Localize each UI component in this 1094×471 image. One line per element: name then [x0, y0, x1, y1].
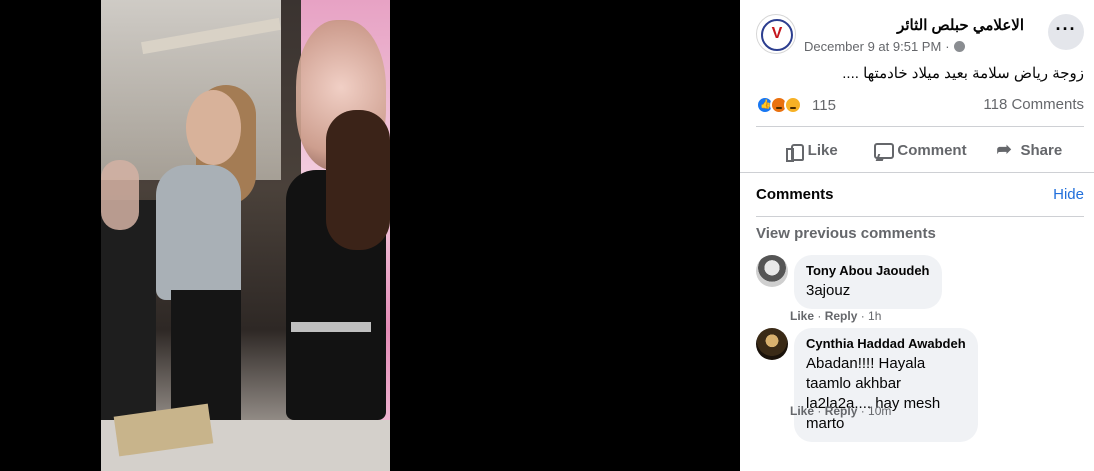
photo-hand	[101, 160, 139, 230]
post-header: V الاعلامي حبلص الثائر December 9 at 9:5…	[740, 0, 1094, 60]
like-button-label: Like	[807, 141, 838, 159]
view-previous-comments-link[interactable]: View previous comments	[756, 225, 936, 242]
comment-reply-link[interactable]: Reply	[825, 404, 858, 418]
comment-reply-link[interactable]: Reply	[825, 309, 858, 323]
comment-bubble: Cynthia Haddad Awabdeh Abadan!!!! Hayala…	[794, 328, 978, 442]
comment-like-link[interactable]: Like	[790, 404, 814, 418]
hide-comments-link[interactable]: Hide	[1053, 186, 1084, 203]
haha-reaction-icon	[784, 96, 802, 114]
comment-like-link[interactable]: Like	[790, 309, 814, 323]
reaction-count: 115	[812, 96, 836, 114]
post-timestamp[interactable]: December 9 at 9:51 PM	[804, 39, 941, 54]
comment-bubble: Tony Abou Jaoudeh 3ajouz	[794, 255, 942, 309]
globe-icon	[953, 41, 965, 52]
photo-woman-sweater	[156, 165, 241, 300]
comment-text: 3ajouz	[806, 282, 851, 299]
reaction-summary[interactable]: 115	[756, 94, 836, 116]
comment-button[interactable]: Comment	[865, 130, 974, 170]
comment-count[interactable]: 118 Comments	[983, 96, 1084, 113]
commenter-avatar[interactable]	[756, 255, 788, 287]
post-panel: V الاعلامي حبلص الثائر December 9 at 9:5…	[740, 0, 1094, 471]
post-photo[interactable]	[101, 0, 390, 471]
comment-text: Abadan!!!! Hayala taamlo akhbar la2la2a.…	[806, 355, 941, 432]
photo-woman2-hair	[326, 110, 390, 250]
comment-actions: Like · Reply · 1h	[790, 309, 882, 323]
share-button-label: Share	[1020, 141, 1063, 159]
action-bar: Like Comment Share	[756, 130, 1084, 170]
media-viewer[interactable]	[0, 0, 740, 471]
thumbs-up-icon	[784, 141, 804, 162]
post-meta: December 9 at 9:51 PM ·	[804, 39, 965, 54]
page-avatar[interactable]: V	[756, 14, 796, 54]
photo-left-shadow	[101, 200, 156, 430]
comment-author[interactable]: Tony Abou Jaoudeh	[806, 263, 930, 278]
divider	[756, 216, 1084, 217]
photo-belt	[291, 322, 371, 332]
photo-woman-head	[186, 90, 241, 165]
comment-button-label: Comment	[897, 141, 967, 159]
share-button[interactable]: Share	[975, 130, 1084, 170]
comment-time[interactable]: 1h	[868, 309, 881, 323]
divider	[756, 126, 1084, 127]
divider	[740, 172, 1094, 173]
post-text: زوجة رياض سلامة بعيد ميلاد خادمتها ....	[842, 65, 1084, 82]
page-name[interactable]: الاعلامي حبلص الثائر	[804, 16, 1024, 34]
comment-author[interactable]: Cynthia Haddad Awabdeh	[806, 336, 966, 351]
comment-icon	[873, 141, 895, 159]
share-icon	[996, 139, 1014, 160]
comment-actions: Like · Reply · 10m	[790, 404, 892, 418]
like-button[interactable]: Like	[756, 130, 865, 170]
commenter-avatar[interactable]	[756, 328, 788, 360]
comments-heading: Comments	[756, 186, 834, 203]
comment-time[interactable]: 10m	[868, 404, 891, 418]
more-options-button[interactable]: ···	[1048, 14, 1084, 50]
meta-separator: ·	[945, 39, 950, 54]
avatar-logo-mark: V	[771, 25, 783, 42]
